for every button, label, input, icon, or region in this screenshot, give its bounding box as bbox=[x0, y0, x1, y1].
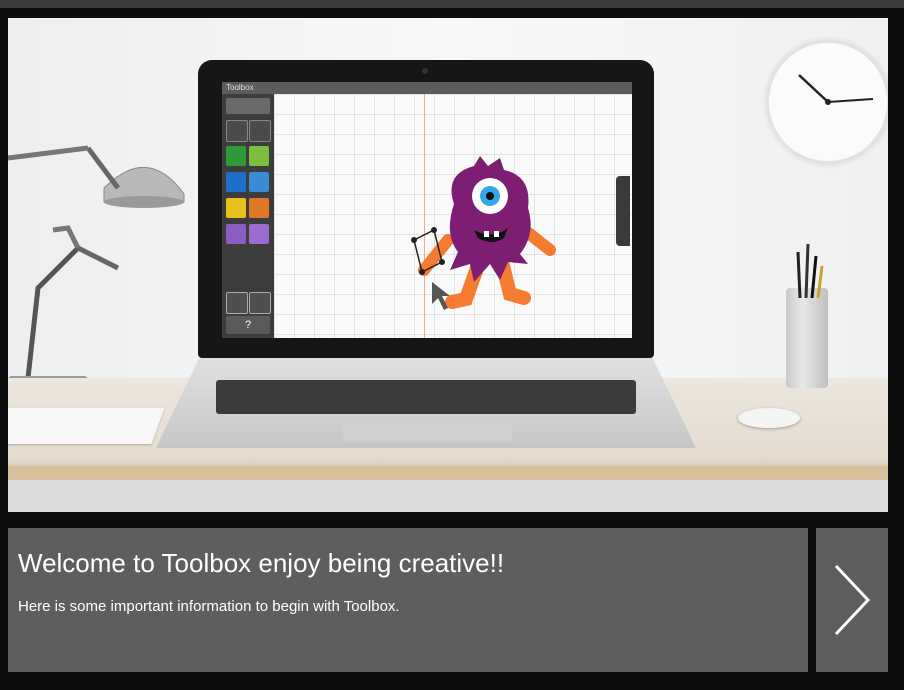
image-icon bbox=[249, 224, 269, 244]
side-panel-tab[interactable] bbox=[616, 176, 630, 246]
app-toolbar: ? bbox=[222, 94, 274, 338]
print-icon bbox=[226, 292, 248, 314]
next-button[interactable] bbox=[816, 528, 888, 672]
pens-image bbox=[796, 243, 824, 298]
desk-front bbox=[8, 480, 888, 512]
text-icon bbox=[226, 198, 246, 218]
app-title: Toolbox bbox=[222, 82, 632, 94]
save-icon bbox=[249, 292, 271, 314]
undo-icon bbox=[226, 120, 248, 142]
back-arrow-icon bbox=[226, 98, 270, 114]
wall-clock-image bbox=[766, 40, 888, 164]
help-icon: ? bbox=[226, 316, 270, 334]
fill-icon bbox=[249, 172, 269, 192]
desk-lamp-image bbox=[8, 145, 185, 396]
shapes-icon bbox=[249, 198, 269, 218]
computer-mouse-image bbox=[738, 408, 800, 428]
drawing-canvas[interactable] bbox=[274, 94, 632, 338]
chevron-right-icon bbox=[834, 564, 871, 636]
pen-holder-image bbox=[786, 288, 828, 388]
page-icon bbox=[249, 146, 269, 166]
welcome-title: Welcome to Toolbox enjoy being creative!… bbox=[18, 548, 505, 578]
webcam bbox=[422, 68, 428, 74]
copy-icon bbox=[226, 224, 246, 244]
welcome-subtitle: Here is some important information to be… bbox=[18, 598, 400, 615]
toolbox-app-window: Toolbox ? bbox=[222, 82, 632, 338]
stamp-icon bbox=[226, 172, 246, 192]
laptop-trackpad bbox=[342, 420, 512, 442]
eye-icon bbox=[226, 146, 246, 166]
top-bar bbox=[0, 0, 904, 8]
redo-icon bbox=[249, 120, 271, 142]
laptop-keyboard bbox=[216, 380, 636, 414]
monster-drawing bbox=[411, 156, 556, 310]
notebook-image bbox=[8, 408, 165, 444]
hero-image: Toolbox ? bbox=[8, 18, 888, 512]
desk-edge bbox=[8, 466, 888, 480]
welcome-panel: Welcome to Toolbox enjoy being creative!… bbox=[8, 528, 808, 672]
